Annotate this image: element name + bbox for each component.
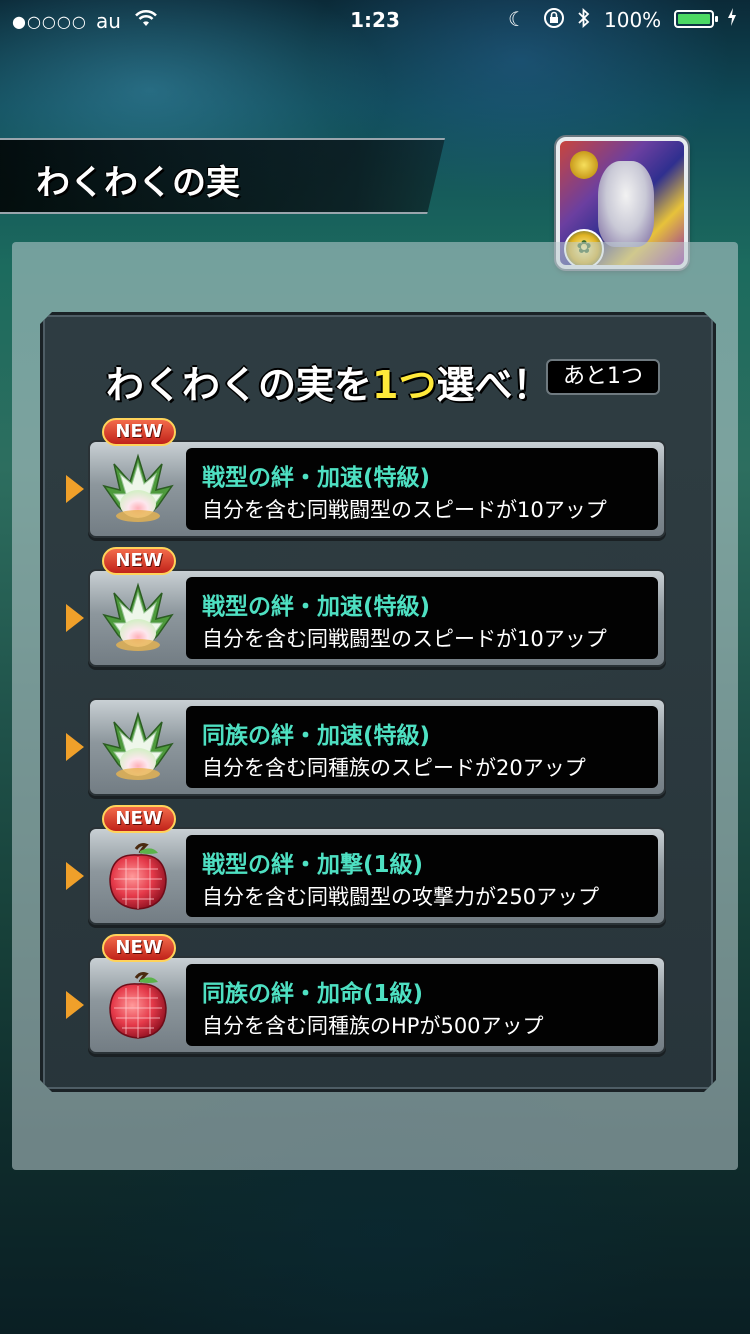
fruit-choice-1[interactable]: 戦型の絆・加速(特級) 自分を含む同戦闘型のスピードが10アップ bbox=[88, 440, 666, 538]
page-title: わくわくの実 bbox=[36, 163, 240, 203]
wifi-icon bbox=[134, 8, 158, 33]
white-lotus-fruit-icon bbox=[100, 452, 176, 528]
bluetooth-icon bbox=[577, 7, 591, 34]
choice-text-box: 同族の絆・加命(1級) 自分を含む同種族のHPが500アップ bbox=[186, 964, 658, 1046]
battery-fill bbox=[678, 14, 710, 24]
choice-name: 戦型の絆・加撃(1級) bbox=[202, 852, 424, 878]
choice-text-box: 戦型の絆・加速(特級) 自分を含む同戦闘型のスピードが10アップ bbox=[186, 448, 658, 530]
selection-heading: わくわくの実を1つ選べ！ bbox=[106, 354, 551, 407]
selection-arrow-icon bbox=[66, 862, 84, 890]
white-lotus-fruit-icon bbox=[100, 710, 176, 786]
remaining-count-badge: あと1つ bbox=[546, 359, 660, 395]
rotation-lock-icon bbox=[542, 7, 566, 34]
red-fruit-icon bbox=[100, 839, 176, 915]
choice-description: 自分を含む同種族のスピードが20アップ bbox=[202, 756, 586, 780]
carrier-label: au bbox=[96, 9, 121, 33]
choice-description: 自分を含む同種族のHPが500アップ bbox=[202, 1014, 544, 1038]
new-badge: NEW bbox=[102, 805, 176, 833]
heading-suffix: 選べ！ bbox=[436, 363, 551, 407]
selection-arrow-icon bbox=[66, 991, 84, 1019]
fruit-choice-2[interactable]: 戦型の絆・加速(特級) 自分を含む同戦闘型のスピードが10アップ bbox=[88, 569, 666, 667]
fruit-choice-4[interactable]: 戦型の絆・加撃(1級) 自分を含む同戦闘型の攻撃力が250アップ bbox=[88, 827, 666, 925]
choice-description: 自分を含む同戦闘型のスピードが10アップ bbox=[202, 498, 607, 522]
charging-icon bbox=[726, 6, 738, 33]
choice-description: 自分を含む同戦闘型のスピードが10アップ bbox=[202, 627, 607, 651]
heading-count: 1つ bbox=[372, 363, 437, 407]
choice-text-box: 戦型の絆・加速(特級) 自分を含む同戦闘型のスピードが10アップ bbox=[186, 577, 658, 659]
white-lotus-fruit-icon bbox=[100, 581, 176, 657]
new-badge: NEW bbox=[102, 418, 176, 446]
choice-name: 戦型の絆・加速(特級) bbox=[202, 465, 431, 491]
heading-prefix: わくわくの実を bbox=[106, 363, 373, 407]
choice-name: 同族の絆・加速(特級) bbox=[202, 723, 431, 749]
new-badge: NEW bbox=[102, 547, 176, 575]
selection-arrow-icon bbox=[66, 733, 84, 761]
gear-emblem-icon bbox=[570, 151, 598, 179]
choice-name: 戦型の絆・加速(特級) bbox=[202, 594, 431, 620]
fruit-choice-3[interactable]: 同族の絆・加速(特級) 自分を含む同種族のスピードが20アップ bbox=[88, 698, 666, 796]
new-badge: NEW bbox=[102, 934, 176, 962]
monster-portrait bbox=[598, 161, 654, 247]
status-bar: ●○○○○ au 1:23 ☾ 100% bbox=[0, 0, 750, 40]
choice-description: 自分を含む同戦闘型の攻撃力が250アップ bbox=[202, 885, 600, 909]
battery-percent: 100% bbox=[604, 8, 662, 32]
fruit-choice-5[interactable]: 同族の絆・加命(1級) 自分を含む同種族のHPが500アップ bbox=[88, 956, 666, 1054]
choice-text-box: 同族の絆・加速(特級) 自分を含む同種族のスピードが20アップ bbox=[186, 706, 658, 788]
do-not-disturb-icon: ☾ bbox=[508, 7, 526, 31]
selection-arrow-icon bbox=[66, 475, 84, 503]
title-banner: わくわくの実 bbox=[0, 138, 445, 214]
choice-name: 同族の絆・加命(1級) bbox=[202, 981, 424, 1007]
choice-text-box: 戦型の絆・加撃(1級) 自分を含む同戦闘型の攻撃力が250アップ bbox=[186, 835, 658, 917]
clock: 1:23 bbox=[350, 8, 400, 32]
signal-strength-icon: ●○○○○ bbox=[12, 12, 87, 31]
red-fruit-icon bbox=[100, 968, 176, 1044]
battery-icon bbox=[674, 10, 718, 28]
selection-arrow-icon bbox=[66, 604, 84, 632]
